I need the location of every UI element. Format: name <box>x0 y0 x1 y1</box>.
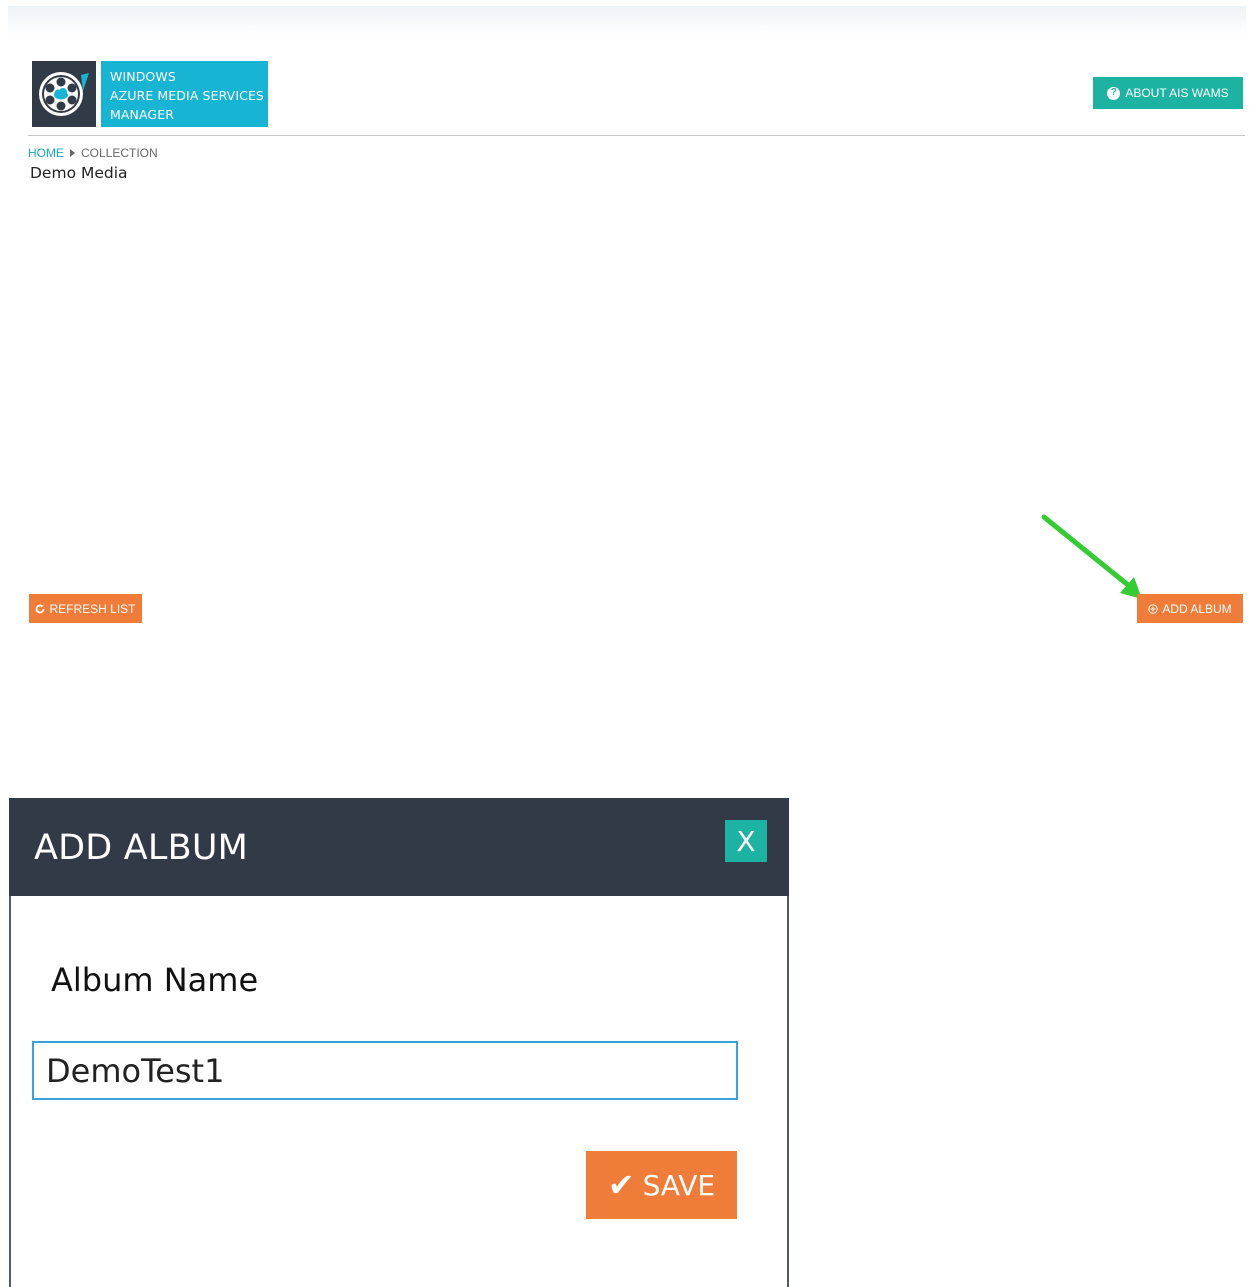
app-header: WINDOWS AZURE MEDIA SERVICES MANAGER ? A… <box>0 0 1250 140</box>
checkmark-icon: ✔ <box>607 1166 635 1204</box>
add-album-label: ADD ALBUM <box>1162 601 1232 616</box>
close-icon: X <box>736 824 756 858</box>
breadcrumb-current: COLLECTION <box>81 146 158 160</box>
page-title: Demo Media <box>30 164 128 182</box>
breadcrumb: HOME COLLECTION <box>28 145 158 161</box>
plus-circle-icon <box>1148 603 1159 614</box>
app-logo-text[interactable]: WINDOWS AZURE MEDIA SERVICES MANAGER <box>101 61 268 127</box>
add-album-button[interactable]: ADD ALBUM <box>1137 594 1243 623</box>
logo-line-2: AZURE MEDIA SERVICES <box>110 88 264 103</box>
album-name-input[interactable] <box>32 1041 738 1100</box>
refresh-icon <box>36 603 45 613</box>
album-name-label: Album Name <box>51 961 259 999</box>
logo-icon-box[interactable] <box>32 61 96 127</box>
question-circle-icon: ? <box>1107 86 1121 100</box>
save-button[interactable]: ✔ SAVE <box>586 1151 737 1219</box>
modal-title: ADD ALBUM <box>34 828 249 868</box>
refresh-list-label: REFRESH LIST <box>49 601 136 616</box>
green-arrow-icon <box>1041 514 1142 599</box>
logo-line-3: MANAGER <box>110 107 174 122</box>
screenshot-stage: WINDOWS AZURE MEDIA SERVICES MANAGER ? A… <box>0 0 1250 1287</box>
add-album-modal: ADD ALBUM X Album Name ✔ SAVE <box>9 798 789 1287</box>
breadcrumb-chevron-icon <box>70 149 75 157</box>
header-divider <box>28 135 1245 136</box>
modal-header: ADD ALBUM X <box>9 798 789 896</box>
save-button-label: SAVE <box>642 1168 716 1202</box>
film-reel-cloud-icon <box>39 72 89 116</box>
about-button-label: ABOUT AIS WAMS <box>1125 86 1229 100</box>
logo-line-1: WINDOWS <box>110 69 176 84</box>
about-button[interactable]: ? ABOUT AIS WAMS <box>1093 77 1243 109</box>
refresh-list-button[interactable]: REFRESH LIST <box>29 594 142 623</box>
breadcrumb-home-link[interactable]: HOME <box>28 146 64 160</box>
modal-close-button[interactable]: X <box>725 820 767 862</box>
